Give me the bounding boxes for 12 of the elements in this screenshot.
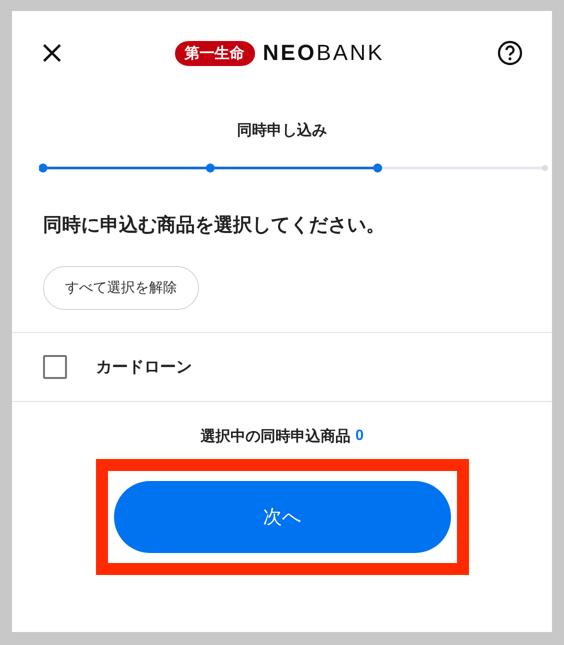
page-title: 同時申し込み <box>236 121 328 140</box>
clear-selection-button[interactable]: すべて選択を解除 <box>43 266 199 310</box>
product-label: カードローン <box>96 358 192 378</box>
summary-label: 選択中の同時申込商品 <box>200 427 350 446</box>
instruction-heading: 同時に申込む商品を選択してください。 <box>43 214 386 238</box>
logo-badge: 第一生命 <box>174 40 255 66</box>
help-icon[interactable] <box>496 40 523 66</box>
close-icon[interactable] <box>42 43 62 63</box>
logo-text: NEO BANK <box>262 40 384 66</box>
selected-count: 0 <box>355 427 364 446</box>
checkbox[interactable] <box>43 355 67 379</box>
next-button[interactable]: 次へ <box>114 481 450 553</box>
